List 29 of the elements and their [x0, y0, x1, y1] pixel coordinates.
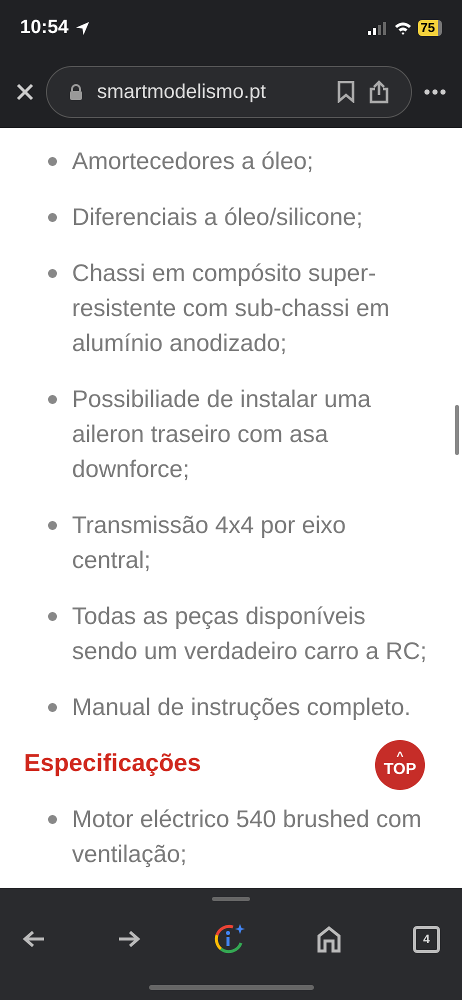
scroll-bar[interactable]	[455, 405, 459, 455]
list-item-text: Diferenciais a óleo/silicone;	[72, 203, 364, 233]
bookmark-icon[interactable]	[337, 81, 355, 103]
list-item-text: Manual de instruções completo.	[72, 693, 412, 723]
lock-icon	[69, 84, 83, 100]
close-icon[interactable]	[16, 83, 34, 101]
list-item-text: Chassi em compósito super-resistente com sub-chassi em alumínio anodizado;	[72, 259, 390, 359]
wifi-icon	[394, 21, 412, 35]
section-heading: Especificações	[24, 749, 202, 779]
list-item-text: Motor eléctrico 540 brushed com ventilação;	[72, 805, 422, 870]
share-icon[interactable]	[369, 80, 389, 104]
forward-arrow-icon[interactable]	[117, 929, 142, 949]
location-arrow-icon	[74, 20, 90, 36]
list-item-text: Transmissão 4x4 por eixo central;	[72, 511, 347, 576]
clock-time: 10:54	[20, 16, 69, 40]
home-icon[interactable]	[316, 925, 342, 953]
address-bar[interactable]: smartmodelismo.pt	[46, 66, 412, 118]
back-arrow-icon[interactable]	[22, 929, 46, 949]
list-item-text: Possibiliade de instalar uma aileron traseiro com asa downforce;	[72, 385, 372, 485]
scroll-to-top-button[interactable]: ^ TOP	[375, 740, 425, 790]
signal-icon	[368, 22, 388, 34]
more-icon[interactable]	[424, 89, 446, 95]
drag-handle[interactable]	[212, 897, 250, 901]
info-sparkle-icon[interactable]	[212, 923, 244, 955]
list-item-text: Amortecedores a óleo;	[72, 147, 314, 177]
tab-count-button[interactable]: 4	[413, 926, 440, 952]
list-item-text: Todas as peças disponíveis sendo um verdadeiro carro a RC;	[72, 602, 428, 667]
battery-level: 75	[418, 20, 442, 36]
url-text: smartmodelismo.pt	[97, 80, 267, 105]
